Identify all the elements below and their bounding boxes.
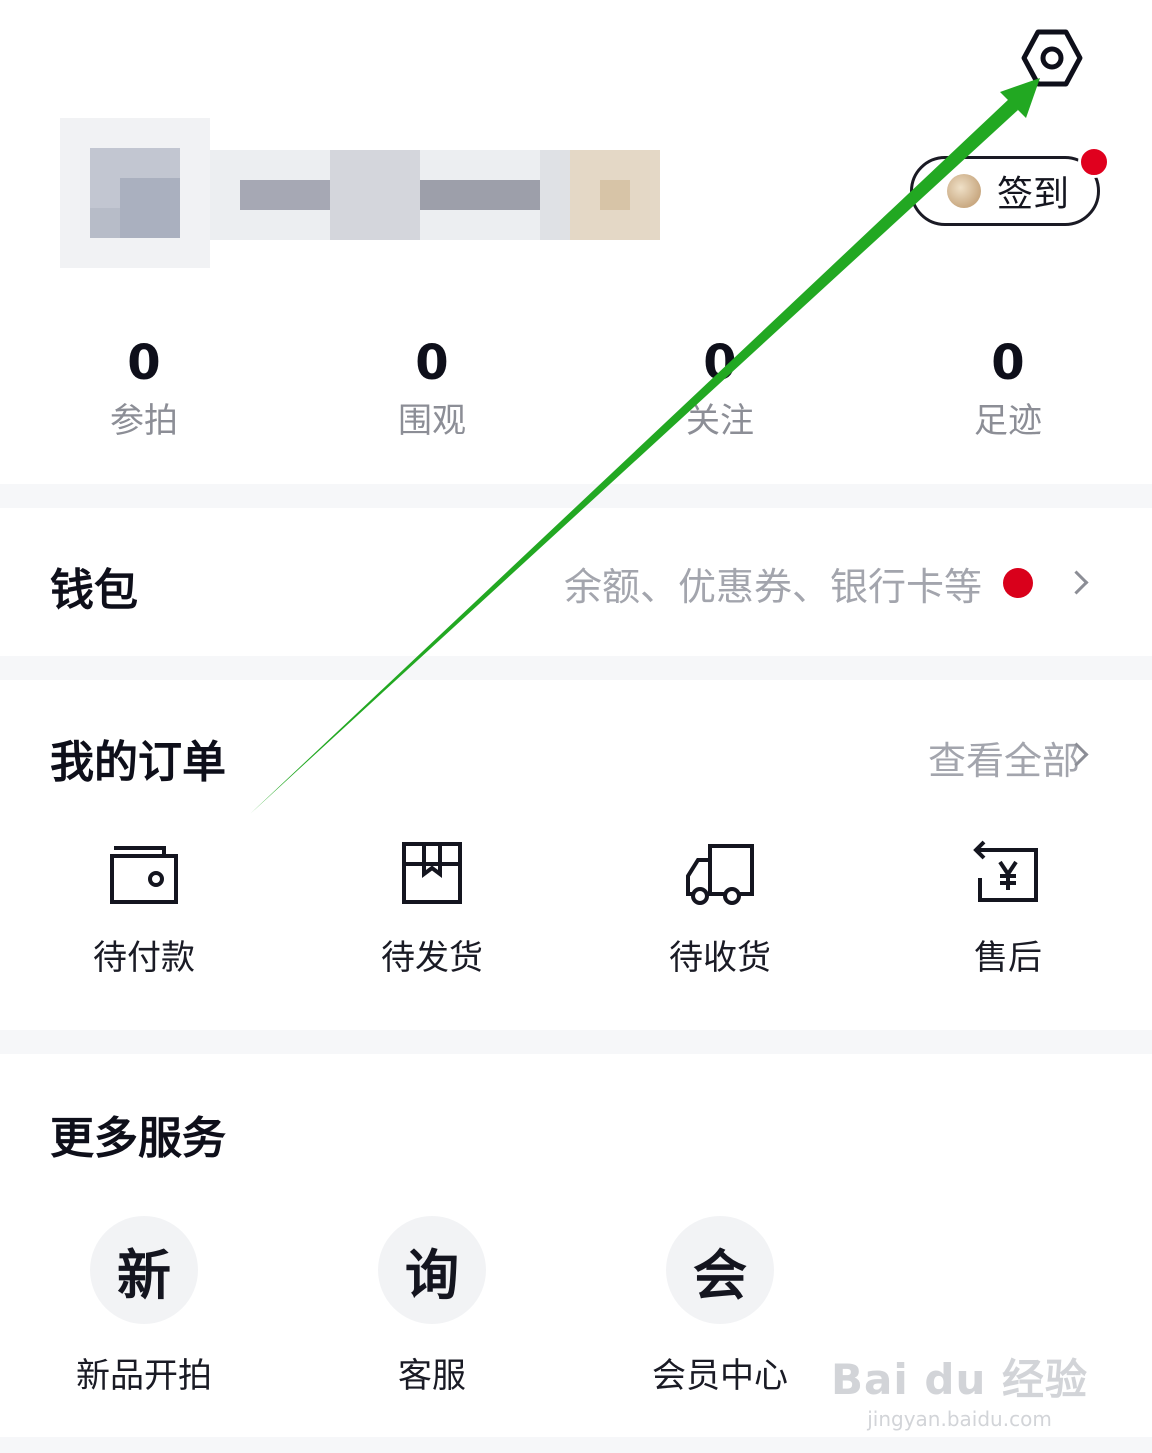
stat-value: 0 xyxy=(127,335,161,391)
checkin-button[interactable]: 签到 xyxy=(910,156,1100,226)
wallet-icon xyxy=(110,846,178,904)
order-after-sales[interactable]: 售后 xyxy=(898,838,1118,979)
inquiry-glyph-icon: 询 xyxy=(378,1216,486,1324)
stat-value: 0 xyxy=(703,335,737,391)
order-to-ship[interactable]: 待发货 xyxy=(322,838,542,979)
section-divider xyxy=(0,484,1152,508)
service-customer-service[interactable]: 询 客服 xyxy=(322,1216,542,1397)
stat-label: 围观 xyxy=(398,401,466,441)
stat-label: 关注 xyxy=(686,401,754,441)
profile-header[interactable] xyxy=(30,118,670,273)
truck-icon xyxy=(686,844,754,905)
services-title: 更多服务 xyxy=(50,1113,226,1164)
service-label: 客服 xyxy=(398,1356,466,1396)
member-glyph-icon: 会 xyxy=(666,1216,774,1324)
order-pending-payment[interactable]: 待付款 xyxy=(34,838,254,979)
order-label: 待付款 xyxy=(93,938,195,978)
section-divider xyxy=(0,656,1152,680)
checkin-notification-dot xyxy=(1078,146,1110,178)
box-icon xyxy=(402,842,462,904)
service-label: 会员中心 xyxy=(652,1356,788,1396)
order-label: 售后 xyxy=(974,938,1042,978)
wallet-hint: 余额、优惠券、银行卡等 xyxy=(563,565,982,609)
refund-yen-icon xyxy=(973,840,1038,902)
section-divider xyxy=(0,1030,1152,1054)
section-divider xyxy=(0,1437,1152,1453)
stat-following[interactable]: 0 关注 xyxy=(620,335,820,445)
stat-watching[interactable]: 0 围观 xyxy=(332,335,532,445)
bean-icon xyxy=(947,174,981,208)
service-label: 新品开拍 xyxy=(76,1356,212,1396)
order-label: 待收货 xyxy=(669,938,771,978)
service-member-center[interactable]: 会 会员中心 xyxy=(610,1216,830,1397)
stat-label: 足迹 xyxy=(974,401,1042,441)
stat-value: 0 xyxy=(415,335,449,391)
watermark-logo: Bai du 经验 xyxy=(831,1355,1088,1404)
orders-title: 我的订单 xyxy=(50,737,226,788)
username xyxy=(210,150,660,240)
stat-footprints[interactable]: 0 足迹 xyxy=(908,335,1108,445)
settings-button[interactable] xyxy=(1016,22,1088,94)
hexagon-settings-icon xyxy=(1021,29,1083,87)
wallet-title: 钱包 xyxy=(50,565,138,616)
wallet-notification-dot xyxy=(1003,568,1033,598)
order-to-receive[interactable]: 待收货 xyxy=(610,838,830,979)
service-new-auctions[interactable]: 新 新品开拍 xyxy=(34,1216,254,1397)
see-all-orders-link[interactable]: 查看全部 xyxy=(928,730,1080,785)
new-glyph-icon: 新 xyxy=(90,1216,198,1324)
watermark-url: jingyan.baidu.com xyxy=(867,1407,1052,1431)
order-label: 待发货 xyxy=(381,938,483,978)
stat-label: 参拍 xyxy=(110,401,178,441)
stat-value: 0 xyxy=(991,335,1025,391)
baidu-jingyan-watermark: Bai du 经验 jingyan.baidu.com xyxy=(831,1346,1088,1431)
stat-bids[interactable]: 0 参拍 xyxy=(44,335,244,445)
see-all-label: 查看全部 xyxy=(927,739,1080,783)
avatar xyxy=(60,118,210,268)
checkin-label: 签到 xyxy=(997,174,1070,215)
